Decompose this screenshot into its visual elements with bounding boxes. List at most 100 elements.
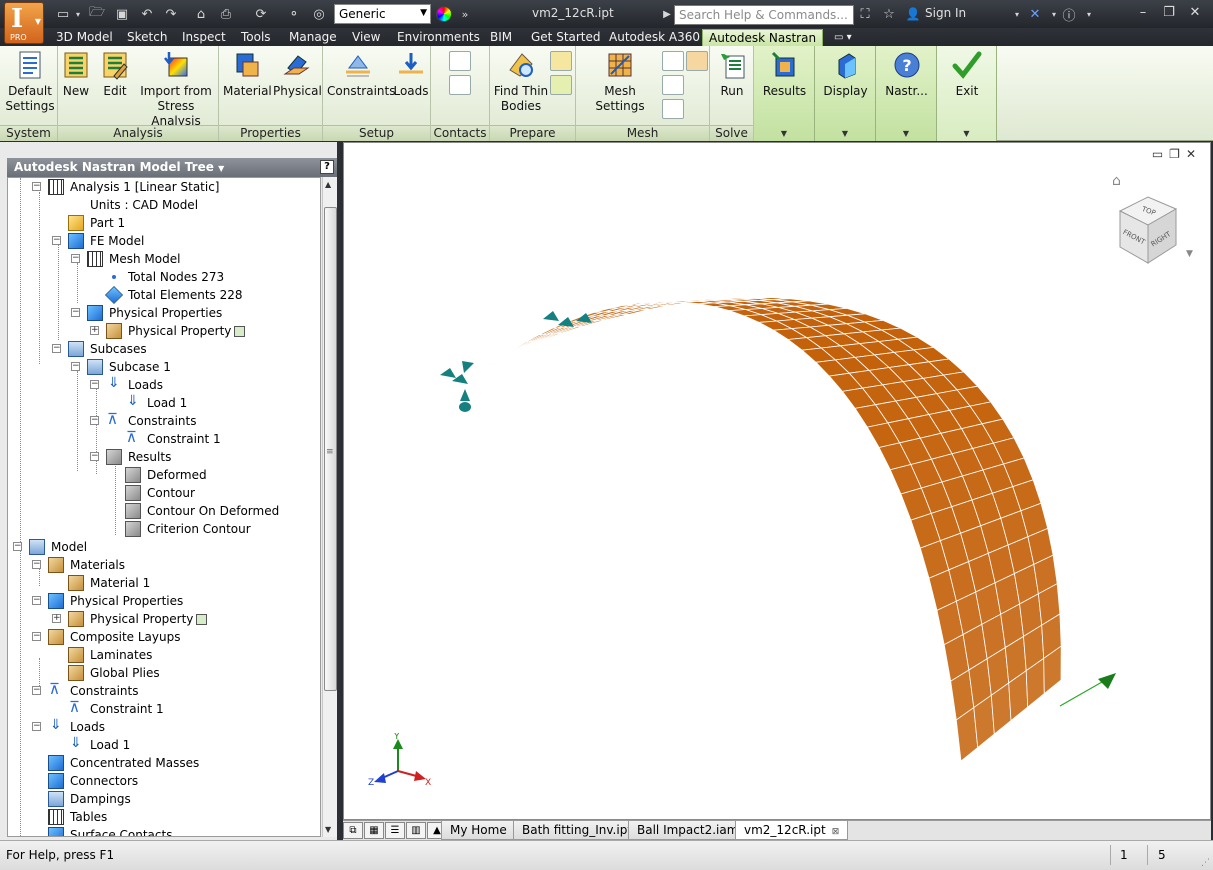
tab-view[interactable]: View [346, 29, 386, 46]
tile-windows-icon[interactable]: ⧉ [343, 822, 363, 839]
collapse-icon[interactable]: − [52, 236, 61, 245]
tree-node-model-loads[interactable]: − Loads [32, 716, 105, 736]
tab-autodesk-a360[interactable]: Autodesk A360 [603, 29, 706, 46]
graphics-window[interactable]: ▭❐✕ ⌂ TOP FRONT RIGHT ▼ Y X Z [343, 142, 1211, 820]
tree-node-model-physical-property-1[interactable]: + Physical Property 1 [52, 610, 207, 628]
results-button[interactable]: Results ▼ [754, 46, 815, 141]
collapse-icon[interactable]: − [32, 686, 41, 695]
more-tools-icon[interactable]: » [456, 5, 474, 23]
tree-node-laminates[interactable]: Laminates [52, 646, 152, 664]
expand-icon[interactable]: + [52, 614, 61, 623]
doc-tab-bath-fitting[interactable]: Bath fitting_Inv.ipt [513, 821, 642, 840]
appearance-dropdown[interactable]: Generic ▼ [334, 4, 431, 24]
find-thin-bodies-button[interactable]: Find Thin Bodies [492, 50, 550, 114]
tab-get-started[interactable]: Get Started [525, 29, 607, 46]
mesh-settings-button[interactable]: Mesh Settings [578, 50, 662, 114]
default-settings-button[interactable]: Default Settings [4, 50, 56, 114]
display-button[interactable]: Display ▼ [815, 46, 876, 141]
search-input[interactable]: Search Help & Commands... [674, 5, 854, 25]
tab-inspect[interactable]: Inspect [176, 29, 232, 46]
tree-node-analysis[interactable]: − Analysis 1 [Linear Static] [32, 178, 220, 196]
tree-node-deformed[interactable]: Deformed [109, 466, 207, 484]
tree-node-tables[interactable]: Tables [32, 808, 107, 826]
tree-node-contour-on-deformed[interactable]: Contour On Deformed [109, 502, 279, 520]
application-menu-button[interactable]: I PRO ▼ [4, 2, 44, 44]
arrange-grid-icon[interactable]: ▦ [364, 822, 384, 839]
collapse-icon[interactable]: − [52, 344, 61, 353]
tree-node-model-constraint-1[interactable]: Constraint 1 [52, 698, 164, 718]
tab-sketch[interactable]: Sketch [121, 29, 173, 46]
arrange-vertical-icon[interactable]: ▥ [406, 822, 426, 839]
update-icon[interactable]: ⟳ [252, 5, 270, 23]
tab-3d-model[interactable]: 3D Model [50, 29, 119, 46]
chevron-down-icon[interactable]: ▾ [69, 5, 87, 23]
collapse-icon[interactable]: − [32, 182, 41, 191]
scroll-up-icon[interactable]: ▲ [325, 180, 331, 189]
resize-grip-icon[interactable]: ⋰ [1201, 858, 1210, 868]
tree-node-subcase-1[interactable]: − Subcase 1 [71, 358, 171, 376]
collapse-icon[interactable]: − [32, 722, 41, 731]
tree-node-dampings[interactable]: Dampings [32, 790, 131, 808]
tree-node-results[interactable]: − Results [90, 448, 171, 466]
chevron-down-icon[interactable]: ▾ [1080, 5, 1098, 23]
select-icon[interactable]: ⚬ [285, 5, 303, 23]
browser-header[interactable]: Autodesk Nastran Model Tree ▼ ? [7, 158, 337, 177]
tree-node-subcase-constraints[interactable]: − Constraints [90, 410, 196, 430]
tab-bim[interactable]: BIM [484, 29, 518, 46]
tree-node-model-constraints[interactable]: − Constraints [32, 680, 138, 700]
tree-node-contour[interactable]: Contour [109, 484, 195, 502]
manual-contact-icon[interactable] [449, 75, 471, 95]
collapse-icon[interactable]: − [71, 308, 80, 317]
collapse-icon[interactable]: − [13, 542, 22, 551]
redo-icon[interactable]: ↷ [162, 5, 180, 23]
print-icon[interactable]: ⎙ [217, 5, 235, 23]
mesh-grid-icon[interactable] [662, 51, 684, 71]
shell-icon[interactable] [550, 75, 572, 95]
tree-node-model[interactable]: − Model [13, 538, 87, 556]
tree-node-global-plies[interactable]: Global Plies [52, 664, 160, 682]
browser-help-button[interactable]: ? [320, 160, 334, 174]
doc-tab-my-home[interactable]: My Home [441, 821, 516, 840]
tree-node-mesh-model[interactable]: − Mesh Model [71, 250, 180, 268]
collapse-icon[interactable]: − [90, 416, 99, 425]
nastran-help-button[interactable]: ? Nastr... ▼ [876, 46, 937, 141]
tree-node-physical-properties[interactable]: − Physical Properties [71, 304, 222, 322]
minimize-window-button[interactable]: – [1132, 3, 1154, 23]
edit-analysis-button[interactable]: Edit [100, 50, 130, 99]
import-from-stress-analysis-button[interactable]: Import from Stress Analysis [136, 50, 216, 129]
doc-tab-vm2-active[interactable]: vm2_12cR.ipt ⊠ [735, 821, 849, 840]
tree-node-fe-model[interactable]: − FE Model [52, 232, 144, 250]
collapse-icon[interactable]: − [32, 632, 41, 641]
collapse-icon[interactable]: − [71, 362, 80, 371]
color-wheel-icon[interactable] [436, 6, 452, 22]
tab-autodesk-nastran[interactable]: Autodesk Nastran [702, 29, 824, 46]
mesh-table-icon[interactable] [662, 75, 684, 95]
table-grid-icon[interactable] [686, 51, 708, 71]
tree-node-total-elements[interactable]: Total Elements 228 [90, 285, 243, 305]
close-tab-icon[interactable]: ⊠ [832, 827, 840, 837]
expand-icon[interactable]: + [90, 326, 99, 335]
binoculars-icon[interactable]: ⛶ [856, 5, 874, 23]
ribbon-display-toggle-icon[interactable]: ▭ ▾ [828, 29, 858, 46]
tree-node-subcase-load-1[interactable]: Load 1 [109, 392, 187, 412]
tab-manage[interactable]: Manage [283, 29, 343, 46]
open-folder-icon[interactable]: 🗁 [88, 5, 106, 23]
tree-node-part[interactable]: Part 1 [52, 214, 125, 232]
favorites-star-icon[interactable]: ☆ [880, 5, 898, 23]
undo-icon[interactable]: ↶ [138, 5, 156, 23]
tree-scrollbar[interactable]: ▲ ≡ ▼ [322, 177, 337, 837]
loads-button[interactable]: Loads [393, 50, 429, 99]
tree-node-total-nodes[interactable]: Total Nodes 273 [90, 268, 224, 286]
tree-node-materials[interactable]: − Materials [32, 556, 125, 574]
tree-node-composite-layups[interactable]: − Composite Layups [32, 628, 180, 646]
home-icon[interactable]: ⌂ [192, 5, 210, 23]
tree-node-subcases[interactable]: − Subcases [52, 340, 147, 358]
fe-mesh-model[interactable] [344, 143, 1210, 819]
sign-in-link[interactable]: Sign In [925, 6, 966, 20]
tree-node-subcase-constraint-1[interactable]: Constraint 1 [109, 428, 221, 448]
materials-icon[interactable]: ◎ [310, 5, 328, 23]
collapse-icon[interactable]: − [90, 452, 99, 461]
save-icon[interactable]: ▣ [113, 5, 131, 23]
doc-tab-ball-impact[interactable]: Ball Impact2.iam [628, 821, 748, 840]
scroll-down-icon[interactable]: ▼ [325, 825, 331, 834]
